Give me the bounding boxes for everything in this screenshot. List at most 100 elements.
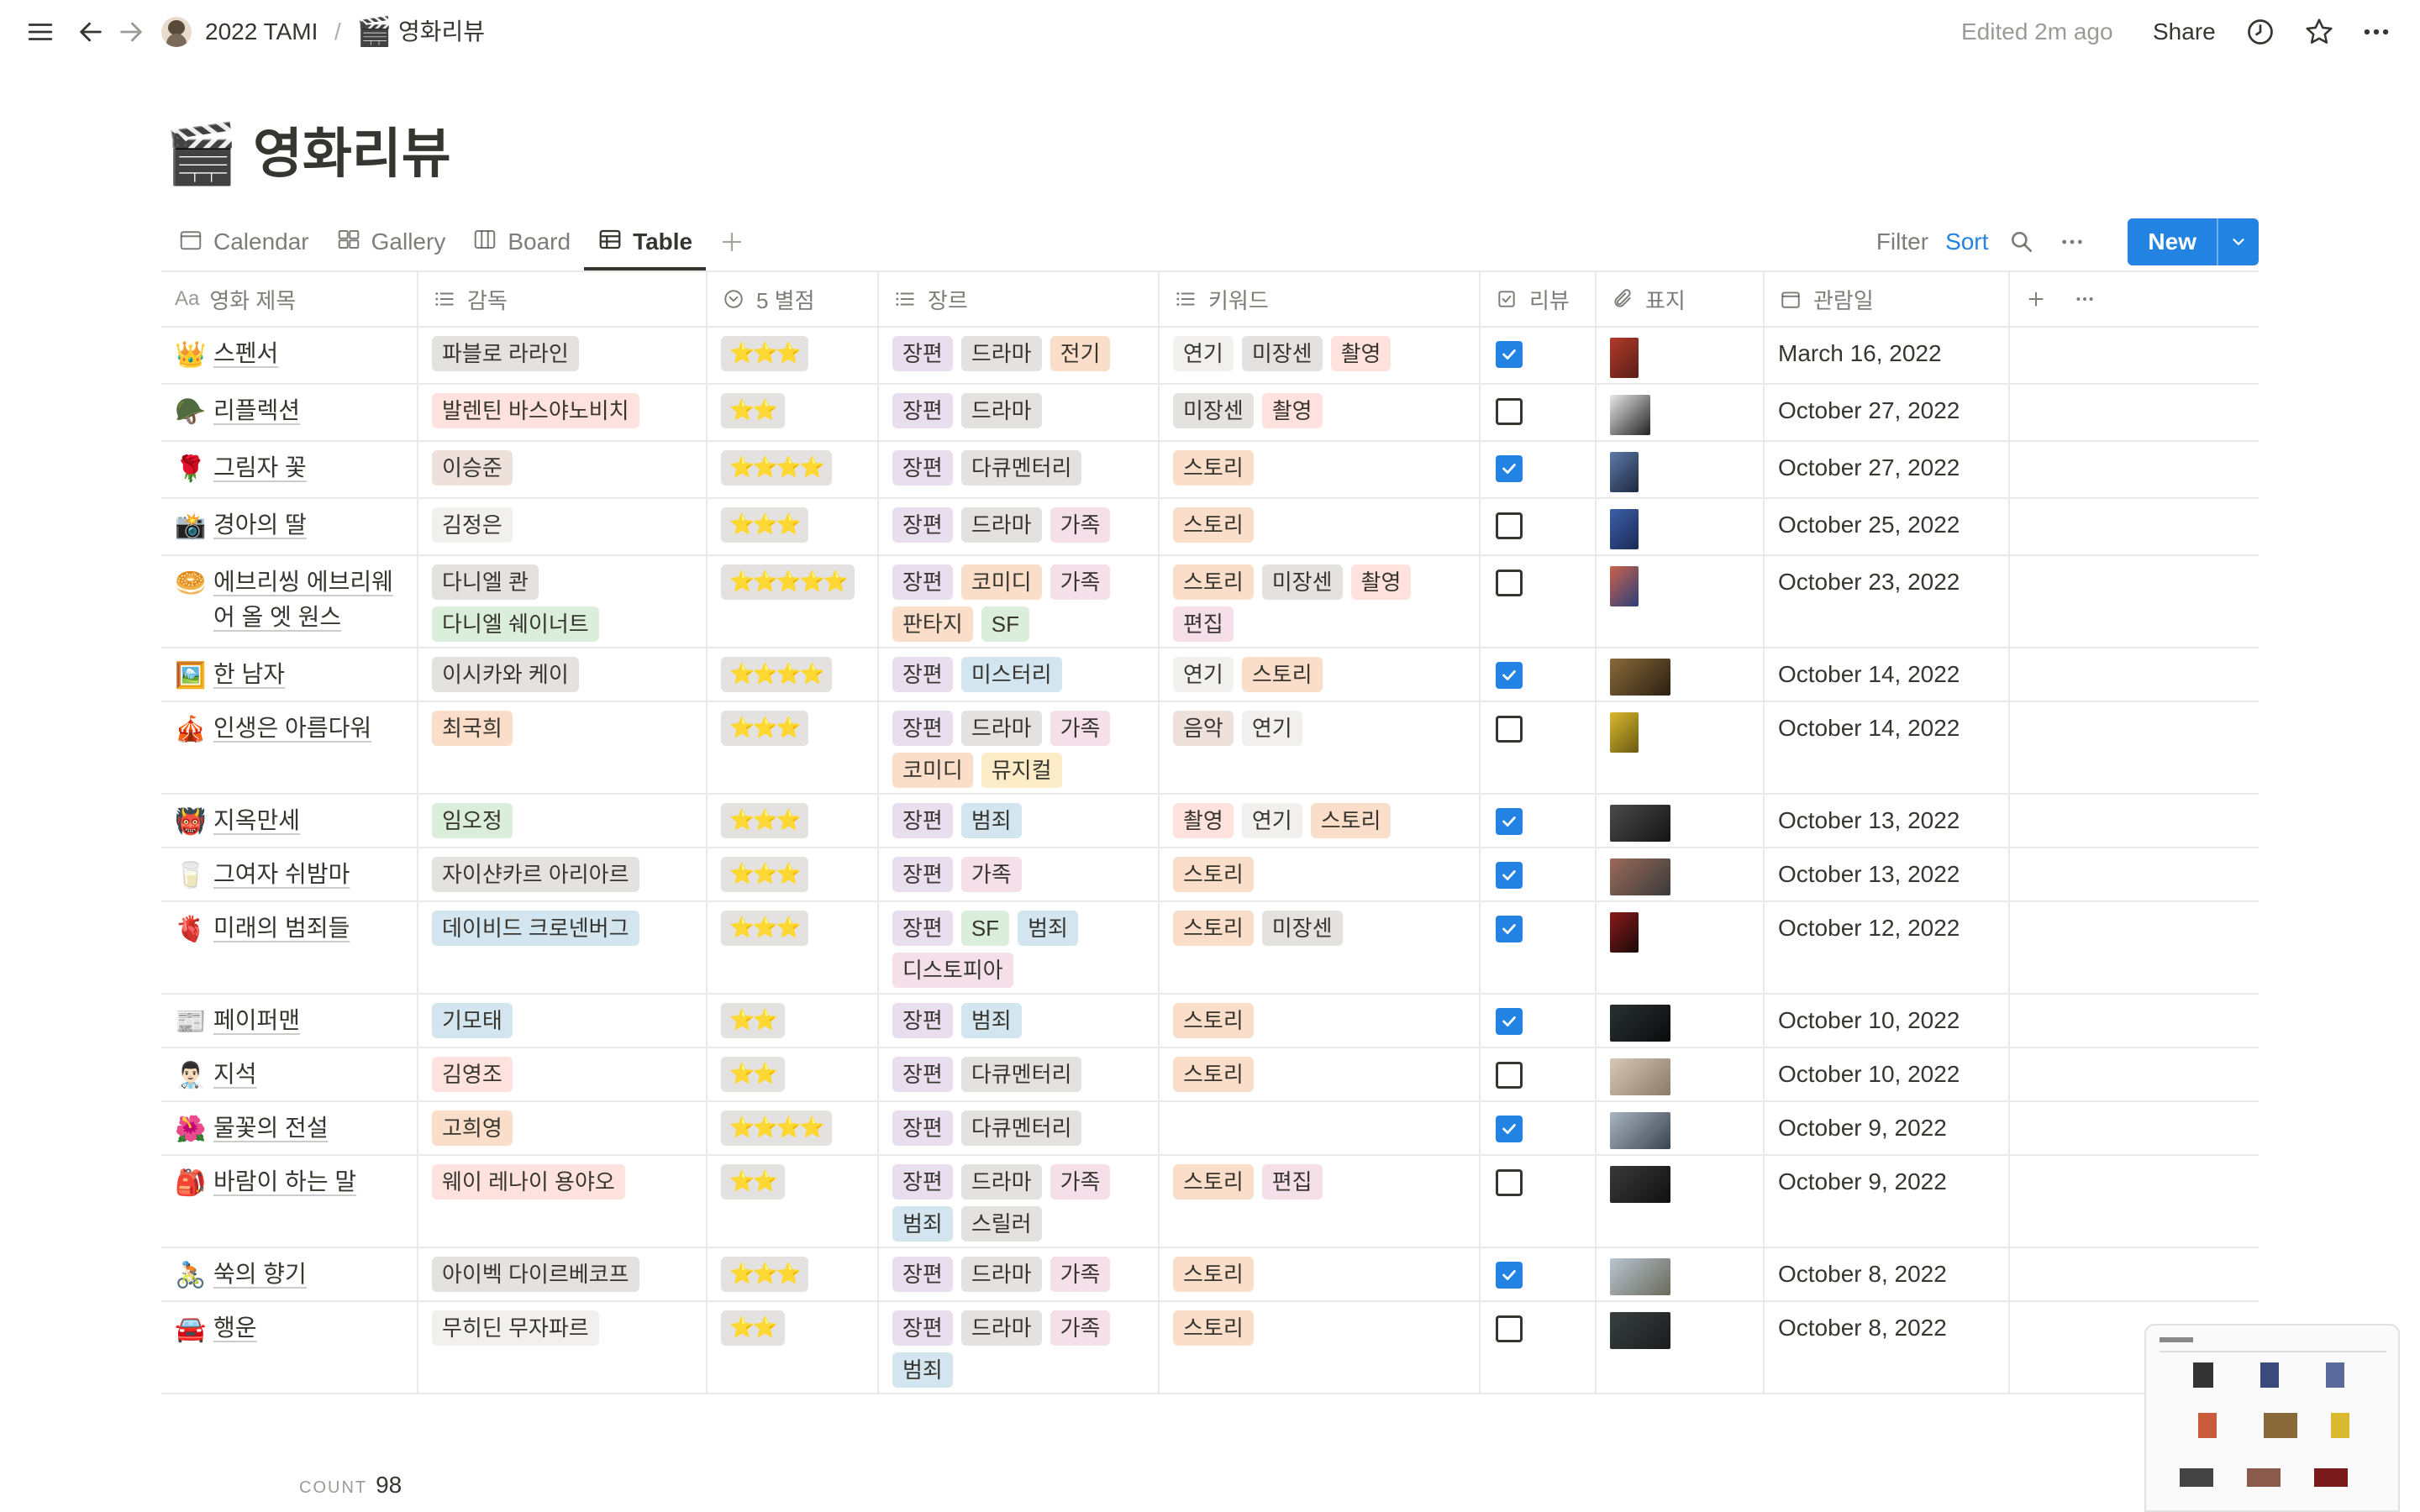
sidebar-menu-icon[interactable] xyxy=(22,13,59,50)
cell-director[interactable]: 아이벡 다이르베코프 xyxy=(418,1248,708,1300)
cell-director[interactable]: 파블로 라라인 xyxy=(418,328,708,383)
cover-thumbnail[interactable] xyxy=(1610,858,1670,895)
cell-keyword[interactable]: 연기 스토리 xyxy=(1160,648,1481,701)
cell-review[interactable] xyxy=(1481,995,1597,1047)
cell-genre[interactable]: 장편 다큐멘터리 xyxy=(879,1102,1160,1154)
checkbox-unchecked[interactable] xyxy=(1496,512,1523,539)
cover-thumbnail[interactable] xyxy=(1610,1058,1670,1095)
cell-date[interactable]: October 9, 2022 xyxy=(1765,1102,2010,1154)
cell-cover[interactable] xyxy=(1597,556,1765,647)
cover-thumbnail[interactable] xyxy=(1610,338,1639,378)
column-header-review[interactable]: 리뷰 xyxy=(1481,272,1597,326)
row-title[interactable]: 🥯 에브리씽 에브리웨어 올 엣 원스 xyxy=(175,564,403,635)
cell-cover[interactable] xyxy=(1597,1156,1765,1247)
column-header-rating[interactable]: 5 별점 xyxy=(708,272,879,326)
tab-board[interactable]: Board xyxy=(459,215,584,269)
cell-date[interactable]: October 12, 2022 xyxy=(1765,902,2010,993)
row-title-text[interactable]: 에브리씽 에브리웨어 올 엣 원스 xyxy=(213,564,403,635)
page-title-text[interactable]: 영화리뷰 xyxy=(253,118,451,189)
table-row[interactable]: 🫀 미래의 범죄들 데이비드 크로넨버그 ⭐⭐⭐ 장편 SF 범죄 디스토피아 스토리 미장센 Oc… xyxy=(161,902,2259,995)
row-title[interactable]: 👹 지옥만세 xyxy=(175,803,403,842)
cell-rating[interactable]: ⭐⭐⭐⭐ xyxy=(708,648,879,701)
cell-rating[interactable]: ⭐⭐ xyxy=(708,1156,879,1247)
column-header-cover[interactable]: 표지 xyxy=(1597,272,1765,326)
row-title[interactable]: 🎪 인생은 아름다워 xyxy=(175,711,403,749)
cell-date[interactable]: October 10, 2022 xyxy=(1765,995,2010,1047)
cell-title[interactable]: 👨🏻‍⚕️ 지석 xyxy=(161,1048,418,1100)
table-row[interactable]: 🌹 그림자 꽃 이승준 ⭐⭐⭐⭐ 장편 다큐멘터리 스토리 October 27, 2022 xyxy=(161,442,2259,499)
cover-thumbnail[interactable] xyxy=(1610,659,1670,696)
forward-arrow-icon[interactable] xyxy=(113,13,150,50)
cell-rating[interactable]: ⭐⭐⭐ xyxy=(708,499,879,554)
checkbox-unchecked[interactable] xyxy=(1496,570,1523,596)
cell-title[interactable]: 👑 스펜서 xyxy=(161,328,418,383)
checkbox-unchecked[interactable] xyxy=(1496,1315,1523,1342)
cell-date[interactable]: October 8, 2022 xyxy=(1765,1302,2010,1393)
add-view-button[interactable] xyxy=(706,215,758,269)
checkbox-unchecked[interactable] xyxy=(1496,398,1523,425)
cell-genre[interactable]: 장편 코미디 가족 판타지 SF xyxy=(879,556,1160,647)
row-title-text[interactable]: 페이퍼맨 xyxy=(213,1003,300,1038)
cell-title[interactable]: 📸 경아의 딸 xyxy=(161,499,418,554)
cover-thumbnail[interactable] xyxy=(1610,712,1639,753)
cell-date[interactable]: October 27, 2022 xyxy=(1765,442,2010,497)
page-emoji-icon[interactable]: 🎬 xyxy=(165,118,238,189)
cell-director[interactable]: 데이비드 크로넨버그 xyxy=(418,902,708,993)
checkbox-checked[interactable] xyxy=(1496,341,1523,368)
cell-genre[interactable]: 장편 범죄 xyxy=(879,995,1160,1047)
checkbox-checked[interactable] xyxy=(1496,1116,1523,1142)
cell-title[interactable]: 🥯 에브리씽 에브리웨어 올 엣 원스 xyxy=(161,556,418,647)
cover-thumbnail[interactable] xyxy=(1610,1166,1670,1203)
cell-review[interactable] xyxy=(1481,848,1597,900)
checkbox-checked[interactable] xyxy=(1496,808,1523,835)
row-title-text[interactable]: 그림자 꽃 xyxy=(213,450,307,486)
table-row[interactable]: 🪖 리플렉션 발렌틴 바스야노비치 ⭐⭐ 장편 드라마 미장센 촬영 October 27, 2… xyxy=(161,385,2259,442)
cell-title[interactable]: 🎒 바람이 하는 말 xyxy=(161,1156,418,1247)
cell-date[interactable]: October 9, 2022 xyxy=(1765,1156,2010,1247)
cell-rating[interactable]: ⭐⭐⭐⭐ xyxy=(708,442,879,497)
cell-director[interactable]: 최국희 xyxy=(418,702,708,793)
table-row[interactable]: 🎪 인생은 아름다워 최국희 ⭐⭐⭐ 장편 드라마 가족 코미디 뮤지컬 음악 연기 October … xyxy=(161,702,2259,795)
cell-keyword[interactable]: 스토리 xyxy=(1160,848,1481,900)
cell-genre[interactable]: 장편 다큐멘터리 xyxy=(879,1048,1160,1100)
table-footer-count[interactable]: COUNT 98 xyxy=(299,1472,402,1499)
row-title-text[interactable]: 지옥만세 xyxy=(213,803,300,838)
cell-cover[interactable] xyxy=(1597,848,1765,900)
row-title[interactable]: 🌹 그림자 꽃 xyxy=(175,450,403,489)
cell-rating[interactable]: ⭐⭐⭐ xyxy=(708,1248,879,1300)
cell-keyword[interactable]: 음악 연기 xyxy=(1160,702,1481,793)
cell-review[interactable] xyxy=(1481,556,1597,647)
cell-date[interactable]: October 23, 2022 xyxy=(1765,556,2010,647)
row-title-text[interactable]: 바람이 하는 말 xyxy=(213,1164,356,1200)
cell-cover[interactable] xyxy=(1597,499,1765,554)
row-title-text[interactable]: 리플렉션 xyxy=(213,393,300,428)
row-title[interactable]: 🫀 미래의 범죄들 xyxy=(175,911,403,949)
cell-title[interactable]: 🫀 미래의 범죄들 xyxy=(161,902,418,993)
cell-director[interactable]: 웨이 레나이 용야오 xyxy=(418,1156,708,1247)
cell-rating[interactable]: ⭐⭐ xyxy=(708,385,879,440)
cover-thumbnail[interactable] xyxy=(1610,912,1639,953)
cell-genre[interactable]: 장편 범죄 xyxy=(879,795,1160,847)
column-header-director[interactable]: 감독 xyxy=(418,272,708,326)
cell-review[interactable] xyxy=(1481,1248,1597,1300)
row-title[interactable]: 👨🏻‍⚕️ 지석 xyxy=(175,1057,403,1095)
cell-review[interactable] xyxy=(1481,702,1597,793)
cell-rating[interactable]: ⭐⭐⭐⭐ xyxy=(708,1102,879,1154)
row-title-text[interactable]: 인생은 아름다워 xyxy=(213,711,371,746)
cell-director[interactable]: 무히딘 무자파르 xyxy=(418,1302,708,1393)
cell-cover[interactable] xyxy=(1597,1248,1765,1300)
row-title[interactable]: 🥛 그여자 쉬밤마 xyxy=(175,857,403,895)
cover-thumbnail[interactable] xyxy=(1610,395,1650,435)
cell-review[interactable] xyxy=(1481,795,1597,847)
cell-cover[interactable] xyxy=(1597,902,1765,993)
checkbox-checked[interactable] xyxy=(1496,916,1523,942)
cover-thumbnail[interactable] xyxy=(1610,805,1670,842)
column-more-icon[interactable] xyxy=(2072,286,2097,312)
cell-cover[interactable] xyxy=(1597,328,1765,383)
cell-rating[interactable]: ⭐⭐⭐ xyxy=(708,848,879,900)
cell-genre[interactable]: 장편 가족 xyxy=(879,848,1160,900)
cell-title[interactable]: 🚘 행운 xyxy=(161,1302,418,1393)
breadcrumb-workspace[interactable]: 2022 TAMI xyxy=(205,17,318,47)
cell-title[interactable]: 🌹 그림자 꽃 xyxy=(161,442,418,497)
search-icon[interactable] xyxy=(2005,225,2039,259)
